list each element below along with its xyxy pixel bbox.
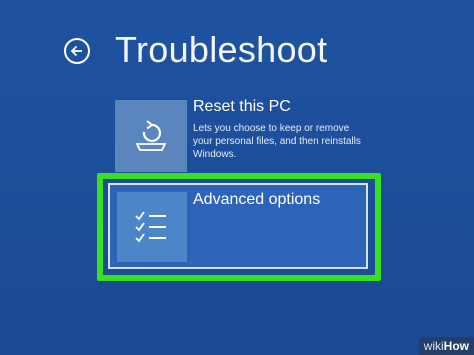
option-title: Reset this PC <box>193 98 291 115</box>
reset-pc-icon <box>135 120 167 151</box>
back-arrow-icon <box>70 45 82 57</box>
troubleshoot-screen: Troubleshoot Reset this PC Lets you choo… <box>0 0 474 355</box>
option-reset-this-pc[interactable]: Reset this PC Lets you choose to keep or… <box>115 98 375 172</box>
wikihow-watermark: wiki How <box>418 337 474 355</box>
watermark-wiki: wiki <box>423 339 444 353</box>
option-tile <box>115 100 187 172</box>
page-title: Troubleshoot <box>115 29 328 70</box>
checklist-icon <box>135 211 166 243</box>
watermark-how: How <box>443 339 469 353</box>
back-button[interactable] <box>64 38 90 64</box>
option-tile <box>117 192 187 262</box>
option-description: Lets you choose to keep or remove your p… <box>193 123 361 160</box>
option-advanced-options[interactable]: Advanced options <box>108 183 368 269</box>
option-title: Advanced options <box>193 191 321 208</box>
